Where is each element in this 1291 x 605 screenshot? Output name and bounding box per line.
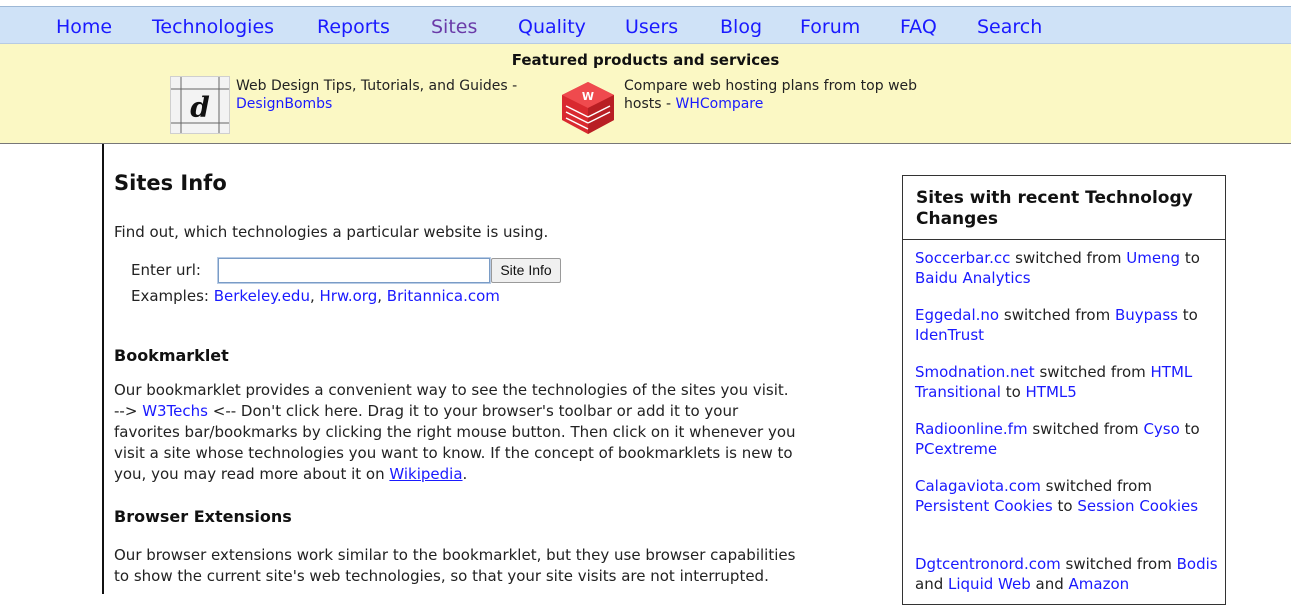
bookmarklet-text: Our bookmarklet provides a convenient wa… [114,380,894,485]
bookmarklet-arrow: --> [114,402,138,420]
change-verb: switched from [1032,420,1139,438]
extensions-line: Our browser extensions work similar to t… [114,546,796,564]
sidebar-title: Sites with recent Technology Changes [916,188,1193,229]
whcompare-logo-icon[interactable]: W [558,80,618,138]
nav-faq[interactable]: FAQ [900,16,937,38]
nav-home[interactable]: Home [56,16,112,38]
change-to: to [1057,497,1073,515]
whcompare-link[interactable]: WHCompare [675,96,763,112]
bookmarklet-line: <-- Don't click here. Drag it to your br… [212,402,739,420]
change-verb: switched from [1003,306,1111,324]
nav-forum[interactable]: Forum [800,16,860,38]
w3techs-bookmarklet-link[interactable]: W3Techs [142,402,208,420]
url-label: Enter url: [131,261,201,279]
tech-link[interactable]: Persistent Cookies [915,497,1053,515]
featured-item-designbombs: Web Design Tips, Tutorials, and Guides -… [236,77,556,113]
example-link[interactable]: Berkeley.edu [214,287,310,305]
site-link[interactable]: Eggedal.no [915,306,999,324]
nav-reports[interactable]: Reports [317,16,390,38]
intro-text: Find out, which technologies a particula… [114,223,549,241]
bookmarklet-line: visit a site whose technologies you want… [114,444,793,462]
change-verb: switched from [1015,249,1122,267]
nav-sites[interactable]: Sites [431,16,477,38]
recent-changes-sidebar: Sites with recent Technology Changes Soc… [902,175,1226,605]
tech-link[interactable]: Umeng [1126,249,1180,267]
extensions-heading: Browser Extensions [114,507,292,526]
examples-label: Examples: [131,287,209,305]
bookmarklet-line: favorites bar/bookmarks by clicking the … [114,423,796,441]
nav-search[interactable]: Search [977,16,1042,38]
tech-link[interactable]: Cyso [1143,420,1179,438]
url-input[interactable] [217,257,491,284]
wikipedia-link[interactable]: Wikipedia [389,465,462,483]
featured-text: Web Design Tips, Tutorials, and Guides - [236,78,518,94]
tech-link[interactable]: Liquid Web [948,575,1031,593]
tech-link[interactable]: HTML5 [1026,383,1077,401]
change-to: to [1005,383,1021,401]
period: . [462,465,468,483]
site-link[interactable]: Soccerbar.cc [915,249,1010,267]
top-nav: Home Technologies Reports Sites Quality … [0,6,1291,44]
featured-text: Compare web hosting plans from top web h… [624,78,918,112]
tech-link[interactable]: PCextreme [915,440,997,458]
examples-row: Examples: Berkeley.edu, Hrw.org, Britann… [131,287,500,305]
sidebar-divider [903,239,1225,240]
change-to: to [1182,306,1198,324]
site-info-button[interactable]: Site Info [491,258,561,283]
nav-technologies[interactable]: Technologies [152,16,274,38]
change-verb: switched from [1045,477,1152,495]
svg-text:d: d [190,91,210,124]
tech-link[interactable]: Buypass [1115,306,1178,324]
site-link[interactable]: Smodnation.net [915,363,1035,381]
change-item: Calagaviota.com switched from Persistent… [915,476,1220,516]
designbombs-logo-icon[interactable]: d [170,76,230,134]
nav-blog[interactable]: Blog [720,16,762,38]
extensions-text: Our browser extensions work similar to t… [114,545,894,587]
tech-link[interactable]: Amazon [1069,575,1130,593]
wikipedia-link-text: Wikipedia [389,465,463,483]
change-verb: switched from [1039,363,1146,381]
extensions-line: to show the current site's web technolog… [114,567,769,585]
change-verb: switched from [1065,555,1172,573]
nav-users[interactable]: Users [625,16,678,38]
change-item: Dgtcentronord.com switched from Bodis an… [915,554,1220,594]
bookmarklet-line: you, you may read more about it on [114,465,385,483]
bookmarklet-heading: Bookmarklet [114,346,229,365]
site-link[interactable]: Calagaviota.com [915,477,1041,495]
change-item: Smodnation.net switched from HTML Transi… [915,362,1220,402]
change-to: to [1184,249,1200,267]
tech-link[interactable]: Session Cookies [1077,497,1198,515]
change-item: Radioonline.fm switched from Cyso to PCe… [915,419,1220,459]
site-link[interactable]: Radioonline.fm [915,420,1028,438]
bookmarklet-line: Our bookmarklet provides a convenient wa… [114,381,789,399]
tech-link[interactable]: Baidu Analytics [915,269,1031,287]
change-and: and [1035,575,1064,593]
tech-link[interactable]: IdenTrust [915,326,984,344]
tech-link[interactable]: Bodis [1177,555,1218,573]
page-title: Sites Info [114,171,227,195]
example-link[interactable]: Britannica.com [387,287,500,305]
change-to: to [1184,420,1200,438]
content-divider [102,144,104,594]
change-item: Soccerbar.cc switched from Umeng to Baid… [915,248,1220,288]
featured-title: Featured products and services [511,51,780,69]
designbombs-link[interactable]: DesignBombs [236,96,332,112]
featured-item-whcompare: Compare web hosting plans from top web h… [624,77,924,113]
site-link[interactable]: Dgtcentronord.com [915,555,1061,573]
example-link[interactable]: Hrw.org [320,287,378,305]
svg-text:W: W [582,90,594,103]
change-and: and [915,575,944,593]
nav-quality[interactable]: Quality [518,16,586,38]
change-item: Eggedal.no switched from Buypass to Iden… [915,305,1220,345]
